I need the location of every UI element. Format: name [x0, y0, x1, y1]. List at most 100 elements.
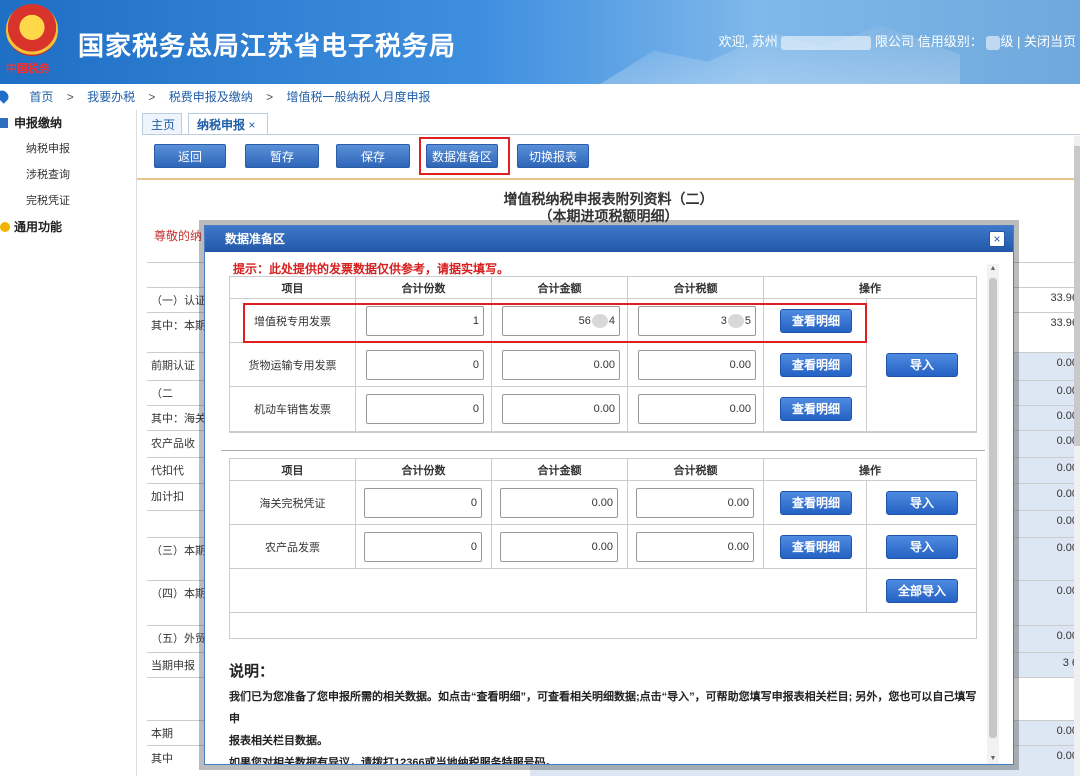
col-header-action: 操作: [764, 459, 976, 481]
sidebar-group-label: 通用功能: [14, 220, 63, 234]
credit-level-label: 信用级别：: [917, 34, 983, 49]
switch-report-button[interactable]: 切换报表: [517, 144, 589, 168]
redacted-company-name: [781, 35, 872, 50]
agri-import-button[interactable]: 导入: [886, 535, 958, 559]
highlight-vat-row: [243, 303, 867, 343]
customs-amount-input[interactable]: 0.00: [500, 488, 618, 518]
site-header: 中国税务 国家税务总局江苏省电子税务局 欢迎, 苏州 限公司 信用级别： 级 |…: [0, 0, 1080, 84]
dialog-title: 数据准备区: [205, 226, 1013, 252]
form-toolbar: 返回 暂存 保存 数据准备区 切换报表: [137, 136, 1080, 180]
form-row-label: 本期: [151, 728, 173, 740]
dialog-scroll-thumb[interactable]: [989, 278, 997, 738]
form-row-label: 其中：海关: [151, 413, 206, 425]
vehicle-count-input[interactable]: 0: [366, 394, 484, 424]
freight-count-input[interactable]: 0: [366, 350, 484, 380]
tab-close-icon[interactable]: ×: [248, 118, 255, 132]
breadcrumb-sep: >: [148, 90, 156, 104]
form-row-label: 农产品收: [151, 438, 195, 450]
agri-count-input[interactable]: 0: [364, 532, 482, 562]
agri-tax-input[interactable]: 0.00: [636, 532, 754, 562]
col-header-amount: 合计金额: [492, 277, 628, 299]
row-name-vehicle: 机动车销售发票: [230, 387, 356, 432]
temp-save-button[interactable]: 暂存: [245, 144, 319, 168]
form-row-label: （一）认证: [151, 295, 206, 307]
invoice-table: 项目 合计份数 合计金额 合计税额 操作 增值税专用发票 货物运输专用发票 机动…: [229, 276, 977, 433]
form-row-label: 当期申报: [151, 660, 195, 672]
sidebar-group-common[interactable]: 通用功能: [0, 214, 136, 240]
page-scrollbar[interactable]: [1074, 136, 1080, 776]
freight-tax-input[interactable]: 0.00: [638, 350, 756, 380]
import-button[interactable]: 导入: [886, 353, 958, 377]
customs-tax-input[interactable]: 0.00: [636, 488, 754, 518]
sidebar-item-tax-certificate[interactable]: 完税凭证: [0, 188, 136, 214]
agri-view-detail-button[interactable]: 查看明细: [780, 535, 852, 559]
header-separator: |: [1016, 34, 1021, 49]
save-button[interactable]: 保存: [336, 144, 410, 168]
breadcrumb-my-tax[interactable]: 我要办税: [87, 90, 135, 104]
form-row-label: 代扣代: [151, 465, 184, 477]
tab-tax-declare[interactable]: 纳税申报 ×: [188, 113, 268, 135]
welcome-company-suffix: 限公司: [875, 34, 915, 49]
col-header-count: 合计份数: [356, 277, 492, 299]
explain-text: 我们已为您准备了您申报所需的相关数据。如点击“查看明细”，可查看相关明细数据;点…: [229, 686, 981, 764]
explain-line: 如果您对相关数据有异议，请拨打12366或当地纳税服务特服号码。: [229, 757, 557, 764]
tab-home[interactable]: 主页: [142, 113, 182, 135]
location-pin-icon: [0, 88, 11, 104]
dialog-body: 提示：此处提供的发票数据仅供参考，请据实填写。 项目 合计份数 合计金额 合计税…: [205, 252, 1013, 764]
emblem-caption: 中国税务: [6, 62, 50, 75]
tab-underline: [142, 134, 1080, 135]
dialog-scrollbar[interactable]: ▲ ▼: [987, 264, 999, 764]
credit-level-suffix: 级: [1000, 34, 1014, 49]
breadcrumb-sep: >: [266, 90, 274, 104]
site-title: 国家税务总局江苏省电子税务局: [78, 32, 457, 62]
close-icon[interactable]: ×: [989, 231, 1005, 247]
customs-import-button[interactable]: 导入: [886, 491, 958, 515]
page-scroll-thumb[interactable]: [1074, 146, 1080, 446]
breadcrumb-declare-pay[interactable]: 税费申报及缴纳: [169, 90, 253, 104]
breadcrumb: 首页 > 我要办税 > 税费申报及缴纳 > 增值税一般纳税人月度申报: [0, 86, 431, 108]
tax-emblem-icon: [6, 4, 58, 56]
back-button[interactable]: 返回: [154, 144, 226, 168]
welcome-prefix: 欢迎, 苏州: [718, 34, 778, 49]
customs-view-detail-button[interactable]: 查看明细: [780, 491, 852, 515]
sidebar-item-tax-declare[interactable]: 纳税申报: [0, 136, 136, 162]
breadcrumb-sep: >: [66, 90, 74, 104]
sidebar-group-declare[interactable]: 申报缴纳: [0, 110, 136, 136]
freight-amount-input[interactable]: 0.00: [502, 350, 620, 380]
import-all-button[interactable]: 全部导入: [886, 579, 958, 603]
vehicle-view-detail-button[interactable]: 查看明细: [780, 397, 852, 421]
vehicle-amount-input[interactable]: 0.00: [502, 394, 620, 424]
agri-amount-input[interactable]: 0.00: [500, 532, 618, 562]
sidebar: 申报缴纳 纳税申报 涉税查询 完税凭证 通用功能: [0, 110, 137, 776]
form-row-label: 其中：本期: [151, 320, 206, 332]
form-row-label: （四）本期: [151, 588, 206, 600]
scroll-down-icon[interactable]: ▼: [987, 754, 999, 764]
breadcrumb-current[interactable]: 增值税一般纳税人月度申报: [287, 90, 431, 104]
row-name-customs: 海关完税凭证: [230, 481, 356, 525]
explain-line: 报表相关栏目数据。: [229, 735, 328, 747]
row-name-freight: 货物运输专用发票: [230, 343, 356, 387]
col-header-count: 合计份数: [356, 459, 492, 481]
explain-title: 说明：: [229, 663, 275, 680]
form-row-label: 其中: [151, 753, 173, 765]
scroll-up-icon[interactable]: ▲: [987, 264, 999, 274]
col-header-tax: 合计税额: [628, 277, 764, 299]
form-subtitle: （本期进项税额明细）: [538, 208, 679, 224]
vehicle-tax-input[interactable]: 0.00: [638, 394, 756, 424]
close-page-link[interactable]: 关闭当页: [1024, 34, 1076, 49]
sidebar-item-tax-query[interactable]: 涉税查询: [0, 162, 136, 188]
col-header-item: 项目: [230, 277, 356, 299]
row-name-agri: 农产品发票: [230, 525, 356, 569]
sidebar-group-label: 申报缴纳: [14, 116, 63, 130]
cell: [230, 569, 867, 613]
freight-view-detail-button[interactable]: 查看明细: [780, 353, 852, 377]
highlight-data-prep: [419, 137, 510, 175]
col-header-tax: 合计税额: [628, 459, 764, 481]
form-row-label: （二: [151, 388, 173, 400]
breadcrumb-home[interactable]: 首页: [29, 90, 53, 104]
tab-label: 纳税申报: [197, 118, 246, 132]
customs-count-input[interactable]: 0: [364, 488, 482, 518]
customs-table: 项目 合计份数 合计金额 合计税额 操作 海关完税凭证 农产品发票 0 0.00…: [229, 458, 977, 639]
table-divider: [221, 450, 985, 451]
user-welcome: 欢迎, 苏州 限公司 信用级别： 级 | 关闭当页: [719, 31, 1076, 50]
